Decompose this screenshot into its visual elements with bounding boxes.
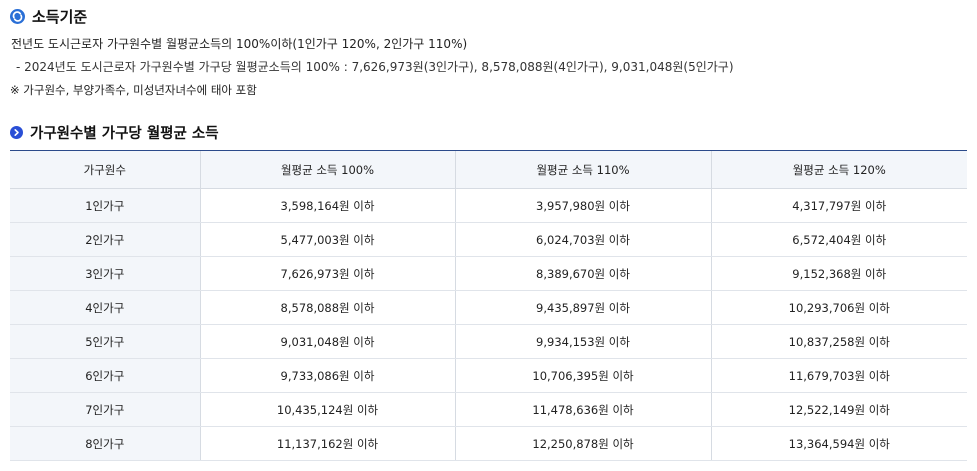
criteria-line: 전년도 도시근로자 가구원수별 월평균소득의 100%이하(1인가구 120%,…	[11, 37, 468, 51]
income-100-cell: 7,626,973원 이하	[199, 256, 455, 291]
column-header-110: 월평균 소득 110%	[454, 150, 711, 189]
household-size-cell: 5인가구	[10, 324, 200, 359]
income-120-cell: 11,679,703원 이하	[710, 358, 967, 393]
criteria-detail-line: - 2024년도 도시근로자 가구원수별 가구당 월평균소득의 100% : 7…	[16, 60, 734, 74]
income-100-cell: 8,578,088원 이하	[199, 290, 455, 325]
income-100-cell: 3,598,164원 이하	[199, 188, 455, 223]
circle-chevron-icon	[10, 125, 23, 139]
income-table-title: 가구원수별 가구당 월평균 소득	[30, 125, 219, 142]
table-row: 5인가구 9,031,048원 이하 9,934,153원 이하 10,837,…	[10, 324, 967, 359]
income-120-cell: 13,364,594원 이하	[710, 426, 967, 461]
income-110-cell: 8,389,670원 이하	[454, 256, 711, 291]
income-120-cell: 6,572,404원 이하	[710, 222, 967, 257]
column-header-household: 가구원수	[10, 150, 200, 189]
table-row: 8인가구 11,137,162원 이하 12,250,878원 이하 13,36…	[10, 426, 967, 461]
income-100-cell: 10,435,124원 이하	[199, 392, 455, 427]
income-criteria-heading: 소득기준	[10, 5, 87, 27]
income-criteria-title: 소득기준	[32, 7, 88, 26]
income-110-cell: 6,024,703원 이하	[454, 222, 711, 257]
income-110-cell: 12,250,878원 이하	[454, 426, 711, 461]
household-size-cell: 2인가구	[10, 222, 200, 257]
income-110-cell: 10,706,395원 이하	[454, 358, 711, 393]
income-120-cell: 9,152,368원 이하	[710, 256, 967, 291]
page: 소득기준 전년도 도시근로자 가구원수별 월평균소득의 100%이하(1인가구 …	[0, 0, 977, 471]
household-size-cell: 1인가구	[10, 188, 200, 223]
income-100-cell: 5,477,003원 이하	[199, 222, 455, 257]
household-size-cell: 7인가구	[10, 392, 200, 427]
income-100-cell: 9,031,048원 이하	[199, 324, 455, 359]
income-100-cell: 9,733,086원 이하	[199, 358, 455, 393]
income-110-cell: 9,934,153원 이하	[454, 324, 711, 359]
income-120-cell: 10,293,706원 이하	[710, 290, 967, 325]
income-110-cell: 9,435,897원 이하	[454, 290, 711, 325]
income-110-cell: 3,957,980원 이하	[454, 188, 711, 223]
table-row: 7인가구 10,435,124원 이하 11,478,636원 이하 12,52…	[10, 392, 967, 427]
income-120-cell: 4,317,797원 이하	[710, 188, 967, 223]
income-100-cell: 11,137,162원 이하	[199, 426, 455, 461]
table-row: 3인가구 7,626,973원 이하 8,389,670원 이하 9,152,3…	[10, 256, 967, 291]
column-header-100: 월평균 소득 100%	[199, 150, 455, 189]
household-size-cell: 8인가구	[10, 426, 200, 461]
income-table-heading: 가구원수별 가구당 월평균 소득	[10, 122, 219, 142]
income-110-cell: 11,478,636원 이하	[454, 392, 711, 427]
column-header-120: 월평균 소득 120%	[710, 150, 967, 189]
table-header-row: 가구원수 월평균 소득 100% 월평균 소득 110% 월평균 소득 120%	[10, 150, 967, 189]
income-120-cell: 10,837,258원 이하	[710, 324, 967, 359]
household-size-cell: 4인가구	[10, 290, 200, 325]
household-size-cell: 6인가구	[10, 358, 200, 393]
criteria-note: ※ 가구원수, 부양가족수, 미성년자녀수에 태아 포함	[10, 83, 257, 97]
refresh-logo-icon	[10, 8, 25, 24]
table-row: 4인가구 8,578,088원 이하 9,435,897원 이하 10,293,…	[10, 290, 967, 325]
income-table: 가구원수 월평균 소득 100% 월평균 소득 110% 월평균 소득 120%…	[10, 150, 967, 461]
table-row: 1인가구 3,598,164원 이하 3,957,980원 이하 4,317,7…	[10, 188, 967, 223]
table-row: 6인가구 9,733,086원 이하 10,706,395원 이하 11,679…	[10, 358, 967, 393]
table-row: 2인가구 5,477,003원 이하 6,024,703원 이하 6,572,4…	[10, 222, 967, 257]
income-120-cell: 12,522,149원 이하	[710, 392, 967, 427]
household-size-cell: 3인가구	[10, 256, 200, 291]
